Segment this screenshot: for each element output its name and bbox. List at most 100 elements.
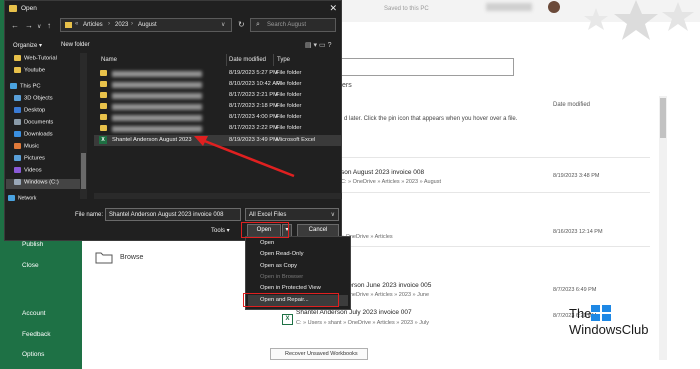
file-row[interactable]: 8/19/2023 5:27 PM File folder [94,68,342,79]
dialog-titlebar[interactable]: Open ✕ [5,1,341,17]
tree-item-music[interactable]: Music [14,143,39,153]
excel-file-icon: X [99,136,107,144]
tree-item-this-pc[interactable]: This PC [10,83,41,93]
menu-item-open-protected-view[interactable]: Open in Protected View [260,285,321,291]
browse-button[interactable]: Browse [120,254,143,261]
avatar[interactable] [548,1,560,13]
sidebar-item-account[interactable]: Account [22,310,46,317]
selected-file-name: Shantel Anderson August 2023 [112,137,192,143]
sidebar-item-publish[interactable]: Publish [22,241,43,248]
menu-item-open-read-only[interactable]: Open Read-Only [260,251,304,257]
date-column-header[interactable]: Date modified [553,102,590,108]
folder-icon [100,81,107,87]
cube-icon [14,95,21,101]
refresh-icon[interactable]: ↻ [238,20,245,29]
recover-unsaved-button[interactable]: Recover Unsaved Workbooks [270,348,368,360]
computer-icon [10,83,17,89]
sidebar-item-feedback[interactable]: Feedback [22,331,51,338]
excel-file-icon: X [282,314,293,325]
watermark-windowsclub: WindowsClub [569,322,649,337]
chevron-down-icon: ∨ [330,212,335,218]
recent-title[interactable]: nderson June 2023 invoice 005 [341,282,431,289]
new-folder-button[interactable]: New folder [61,42,90,48]
file-row[interactable]: 8/10/2023 10:42 AM File folder [94,79,342,90]
recent-path: C: » Users » shant » OneDrive » Articles… [296,320,429,326]
tree-item-youtube[interactable]: Youtube [14,67,45,77]
recent-title[interactable]: son August 2023 invoice 008 [341,169,424,176]
blurred-name [112,93,202,99]
folder-icon [14,55,21,61]
file-name-field[interactable]: Shantel Anderson August 2023 invoice 008 [105,208,241,221]
blurred-name [112,82,202,88]
address-bar[interactable]: « Articles › 2023 › August ∨ [60,18,232,32]
search-input[interactable]: Search August [267,22,306,28]
column-header-type[interactable]: Type [277,57,290,63]
recent-path: C: » OneDrive » Articles » 2023 » August [341,179,441,185]
list-scrollbar[interactable] [94,193,342,199]
back-icon[interactable]: ← [11,21,19,30]
document-icon [14,119,21,125]
blurred-name [112,104,202,110]
highlight-open-and-repair [243,293,339,307]
video-icon [14,167,21,173]
recent-title[interactable]: Shantel Anderson July 2023 invoice 007 [296,309,412,316]
download-icon [14,131,21,137]
organize-button[interactable]: Organize ▾ [13,42,42,49]
watermark-the: The [569,306,592,321]
tree-item-web-tutorial[interactable]: Web-Tutorial [14,55,57,65]
picture-icon [14,155,21,161]
folder-icon [100,114,107,120]
sidebar-item-close[interactable]: Close [22,262,39,269]
search-icon: ⌕ [256,21,260,28]
breadcrumb-articles[interactable]: Articles [83,22,103,28]
folder-icon [100,125,107,131]
drive-icon [14,179,21,185]
recent-date: 8/16/2023 12:14 PM [553,229,603,235]
excel-search-input[interactable] [338,58,514,76]
tools-button[interactable]: Tools ▾ [211,227,230,234]
chevron-down-icon[interactable]: ∨ [37,23,41,30]
user-name-blurred [486,3,532,11]
view-options-icon[interactable]: ▤ ▾ ▭ ? [305,41,331,49]
tree-item-documents[interactable]: Documents [14,119,53,129]
tree-item-videos[interactable]: Videos [14,167,42,177]
recent-scroll-thumb[interactable] [660,98,666,138]
windows-logo-icon [591,305,611,321]
open-dialog: Open ✕ ← → ∨ ↑ « Articles › 2023 › Augus… [4,0,342,241]
folder-icon [100,103,107,109]
folder-icon [9,5,17,12]
tree-item-network[interactable]: Network [8,195,36,205]
blurred-name [112,71,202,77]
highlight-open-button [241,222,289,238]
folder-icon [95,252,113,264]
menu-item-open[interactable]: Open [260,240,274,246]
tree-scroll-thumb[interactable] [81,153,86,189]
sidebar-item-options[interactable]: Options [22,351,44,358]
tree-item-pictures[interactable]: Pictures [14,155,45,165]
red-arrow-icon [194,136,295,178]
tree-item-windows-c[interactable]: Windows (C:) [6,179,84,189]
file-row[interactable]: 8/17/2023 4:00 PM File folder [94,112,342,123]
close-icon[interactable]: ✕ [329,3,337,14]
tree-item-desktop[interactable]: Desktop [14,107,45,117]
breadcrumb-august[interactable]: August [138,22,157,28]
forward-icon[interactable]: → [25,21,33,30]
recent-path: » OneDrive » Articles » 2023 » June [341,292,430,298]
search-box[interactable]: ⌕ Search August [250,18,336,32]
tree-item-3d-objects[interactable]: 3D Objects [14,95,53,105]
column-header-name[interactable]: Name [101,57,117,63]
folder-icon [65,22,72,28]
chevron-down-icon[interactable]: ∨ [221,21,225,28]
file-type-select[interactable]: All Excel Files ∨ [245,208,339,221]
menu-item-open-as-copy[interactable]: Open as Copy [260,263,297,269]
navigation-pane: Web-Tutorial Youtube This PC 3D Objects … [6,53,88,201]
blurred-name [112,115,202,121]
network-icon [8,195,15,201]
file-row[interactable]: 8/17/2023 2:18 PM File folder [94,101,342,112]
up-icon[interactable]: ↑ [47,21,51,30]
column-header-date[interactable]: Date modified [229,57,266,63]
breadcrumb-2023[interactable]: 2023 [115,22,128,28]
file-row[interactable]: 8/17/2023 2:21 PM File folder [94,90,342,101]
tree-item-downloads[interactable]: Downloads [14,131,53,141]
desktop-icon [14,107,21,113]
